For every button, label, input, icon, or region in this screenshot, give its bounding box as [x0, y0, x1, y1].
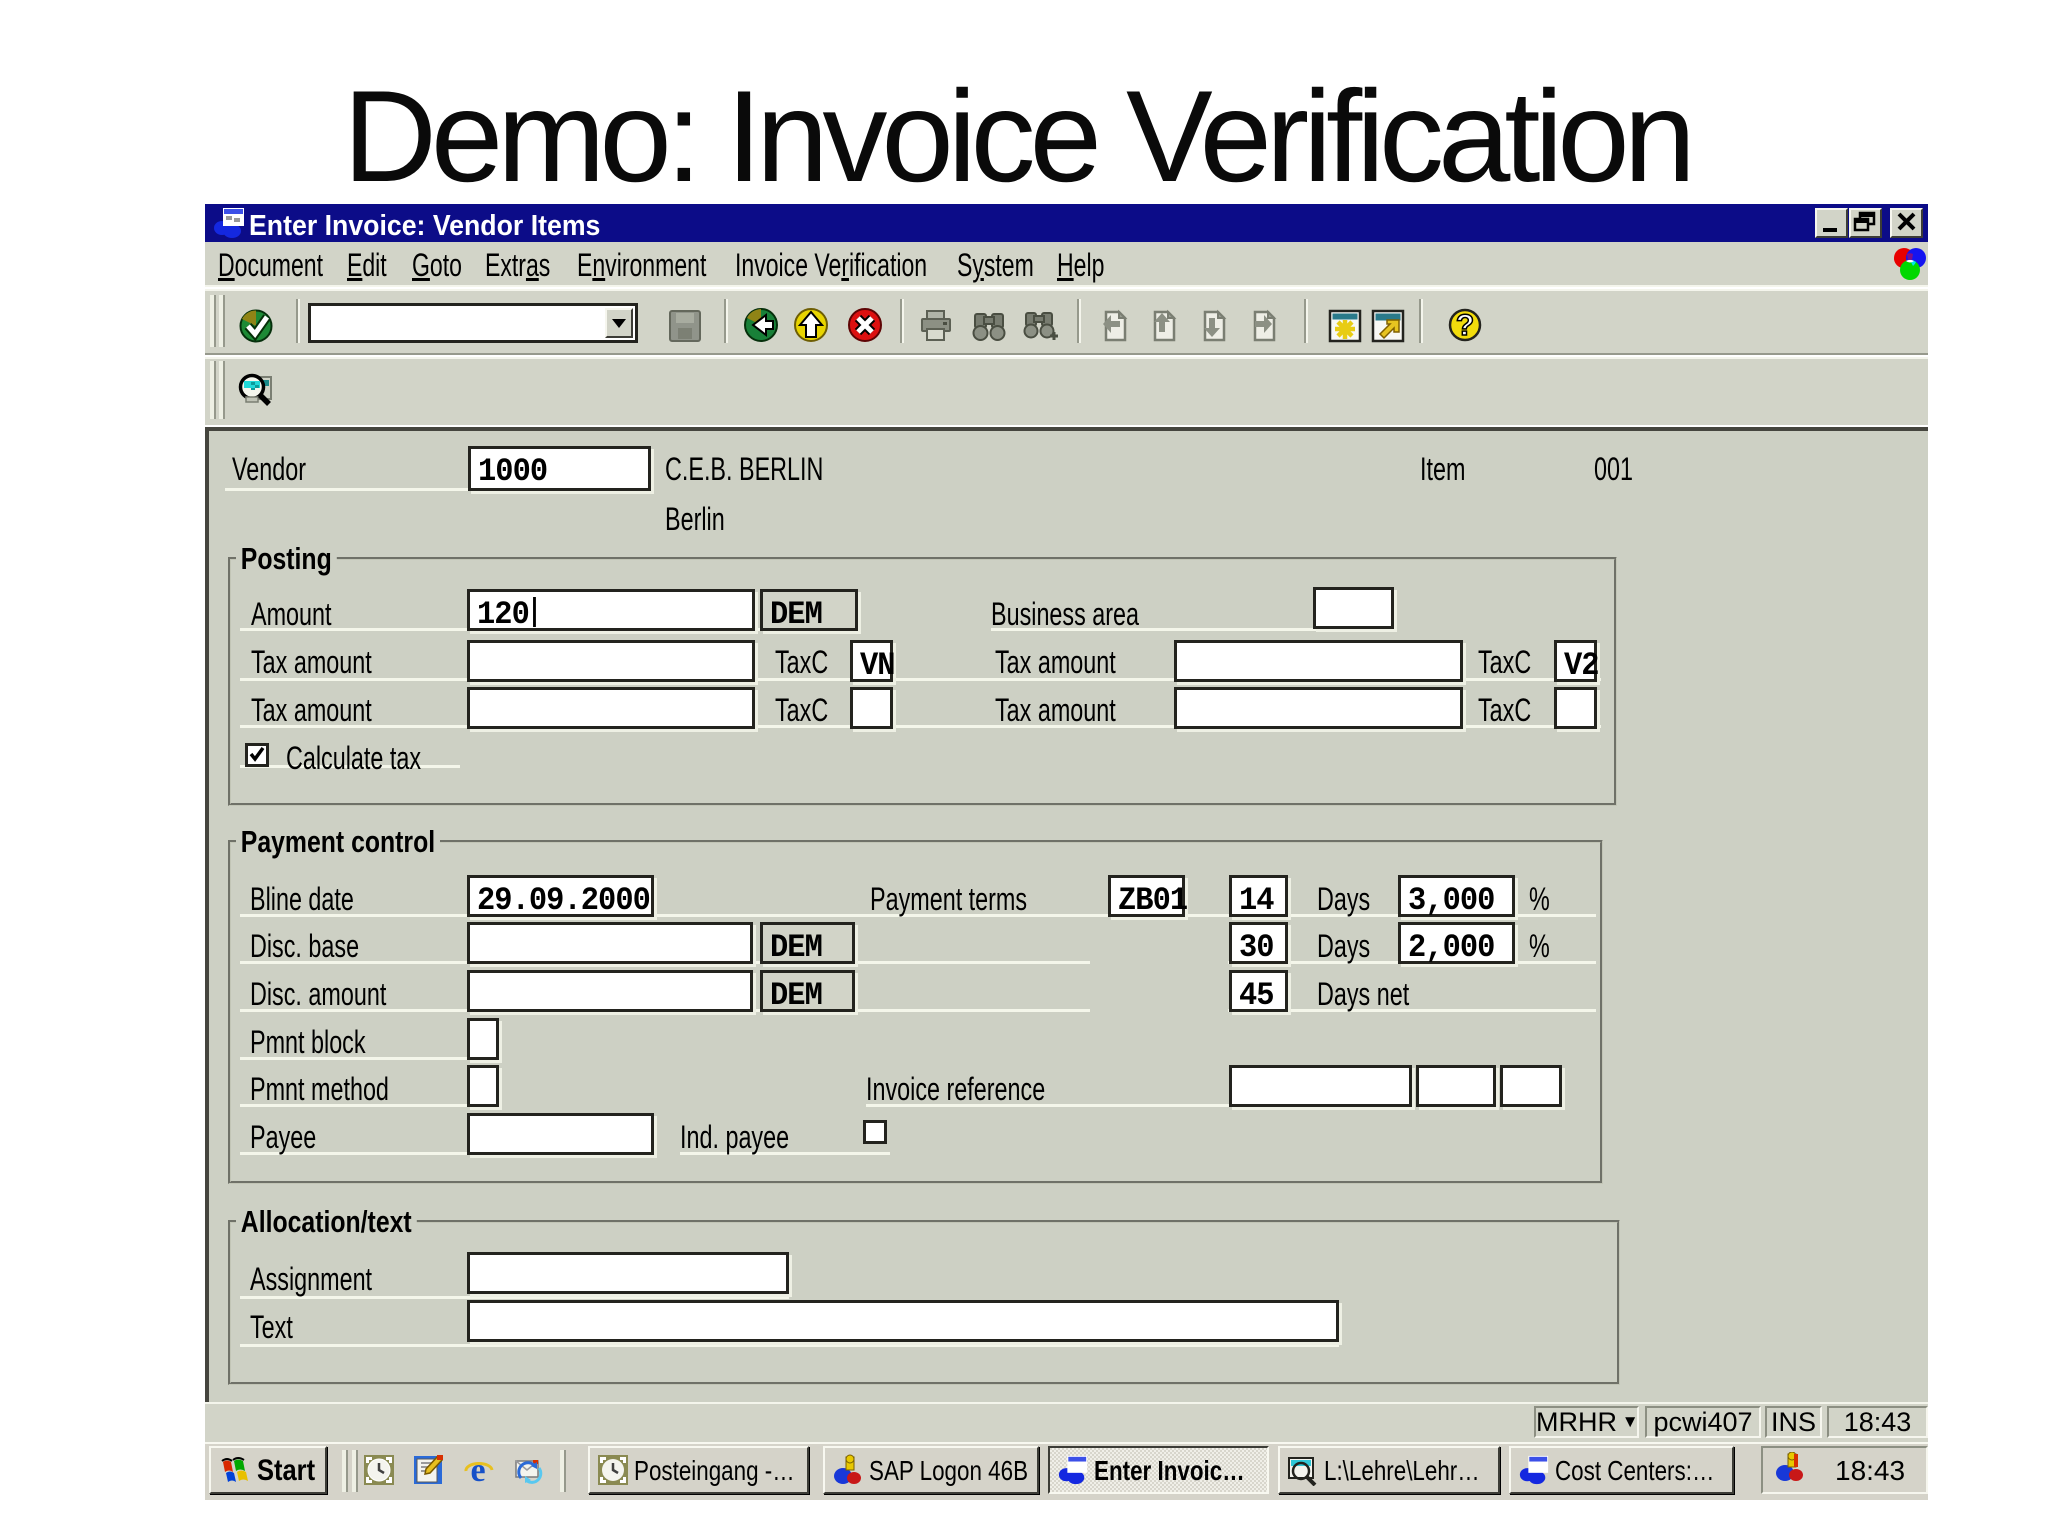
svg-text:?: ? [1456, 309, 1474, 342]
svg-text:e: e [470, 1454, 485, 1486]
